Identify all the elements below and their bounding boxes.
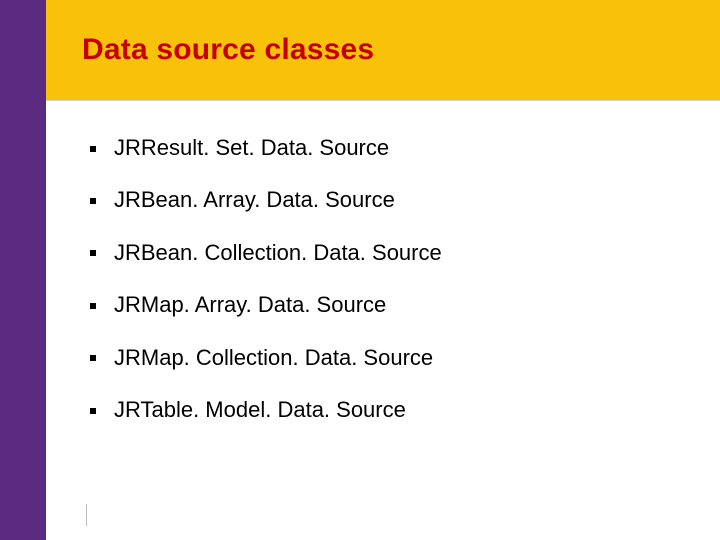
slide: Data source classes JRResult. Set. Data.… bbox=[0, 0, 720, 540]
list-item-label: JRMap. Collection. Data. Source bbox=[114, 345, 433, 371]
list-item-label: JRMap. Array. Data. Source bbox=[114, 292, 386, 318]
title-band: Data source classes bbox=[46, 0, 720, 100]
list-item: JRBean. Array. Data. Source bbox=[90, 187, 680, 213]
bullet-icon bbox=[90, 355, 96, 361]
content-area: JRResult. Set. Data. Source JRBean. Arra… bbox=[90, 135, 680, 449]
bullet-icon bbox=[90, 250, 96, 256]
list-item-label: JRBean. Array. Data. Source bbox=[114, 187, 395, 213]
bullet-icon bbox=[90, 303, 96, 309]
list-item-label: JRBean. Collection. Data. Source bbox=[114, 240, 442, 266]
list-item: JRBean. Collection. Data. Source bbox=[90, 240, 680, 266]
list-item: JRMap. Collection. Data. Source bbox=[90, 345, 680, 371]
list-item-label: JRResult. Set. Data. Source bbox=[114, 135, 389, 161]
list-item: JRResult. Set. Data. Source bbox=[90, 135, 680, 161]
bullet-icon bbox=[90, 198, 96, 204]
left-accent-stripe bbox=[0, 0, 46, 540]
list-item: JRTable. Model. Data. Source bbox=[90, 397, 680, 423]
slide-title: Data source classes bbox=[46, 33, 374, 67]
bullet-list: JRResult. Set. Data. Source JRBean. Arra… bbox=[90, 135, 680, 423]
bullet-icon bbox=[90, 146, 96, 152]
footer-divider bbox=[86, 504, 87, 526]
list-item-label: JRTable. Model. Data. Source bbox=[114, 397, 406, 423]
list-item: JRMap. Array. Data. Source bbox=[90, 292, 680, 318]
bullet-icon bbox=[90, 408, 96, 414]
